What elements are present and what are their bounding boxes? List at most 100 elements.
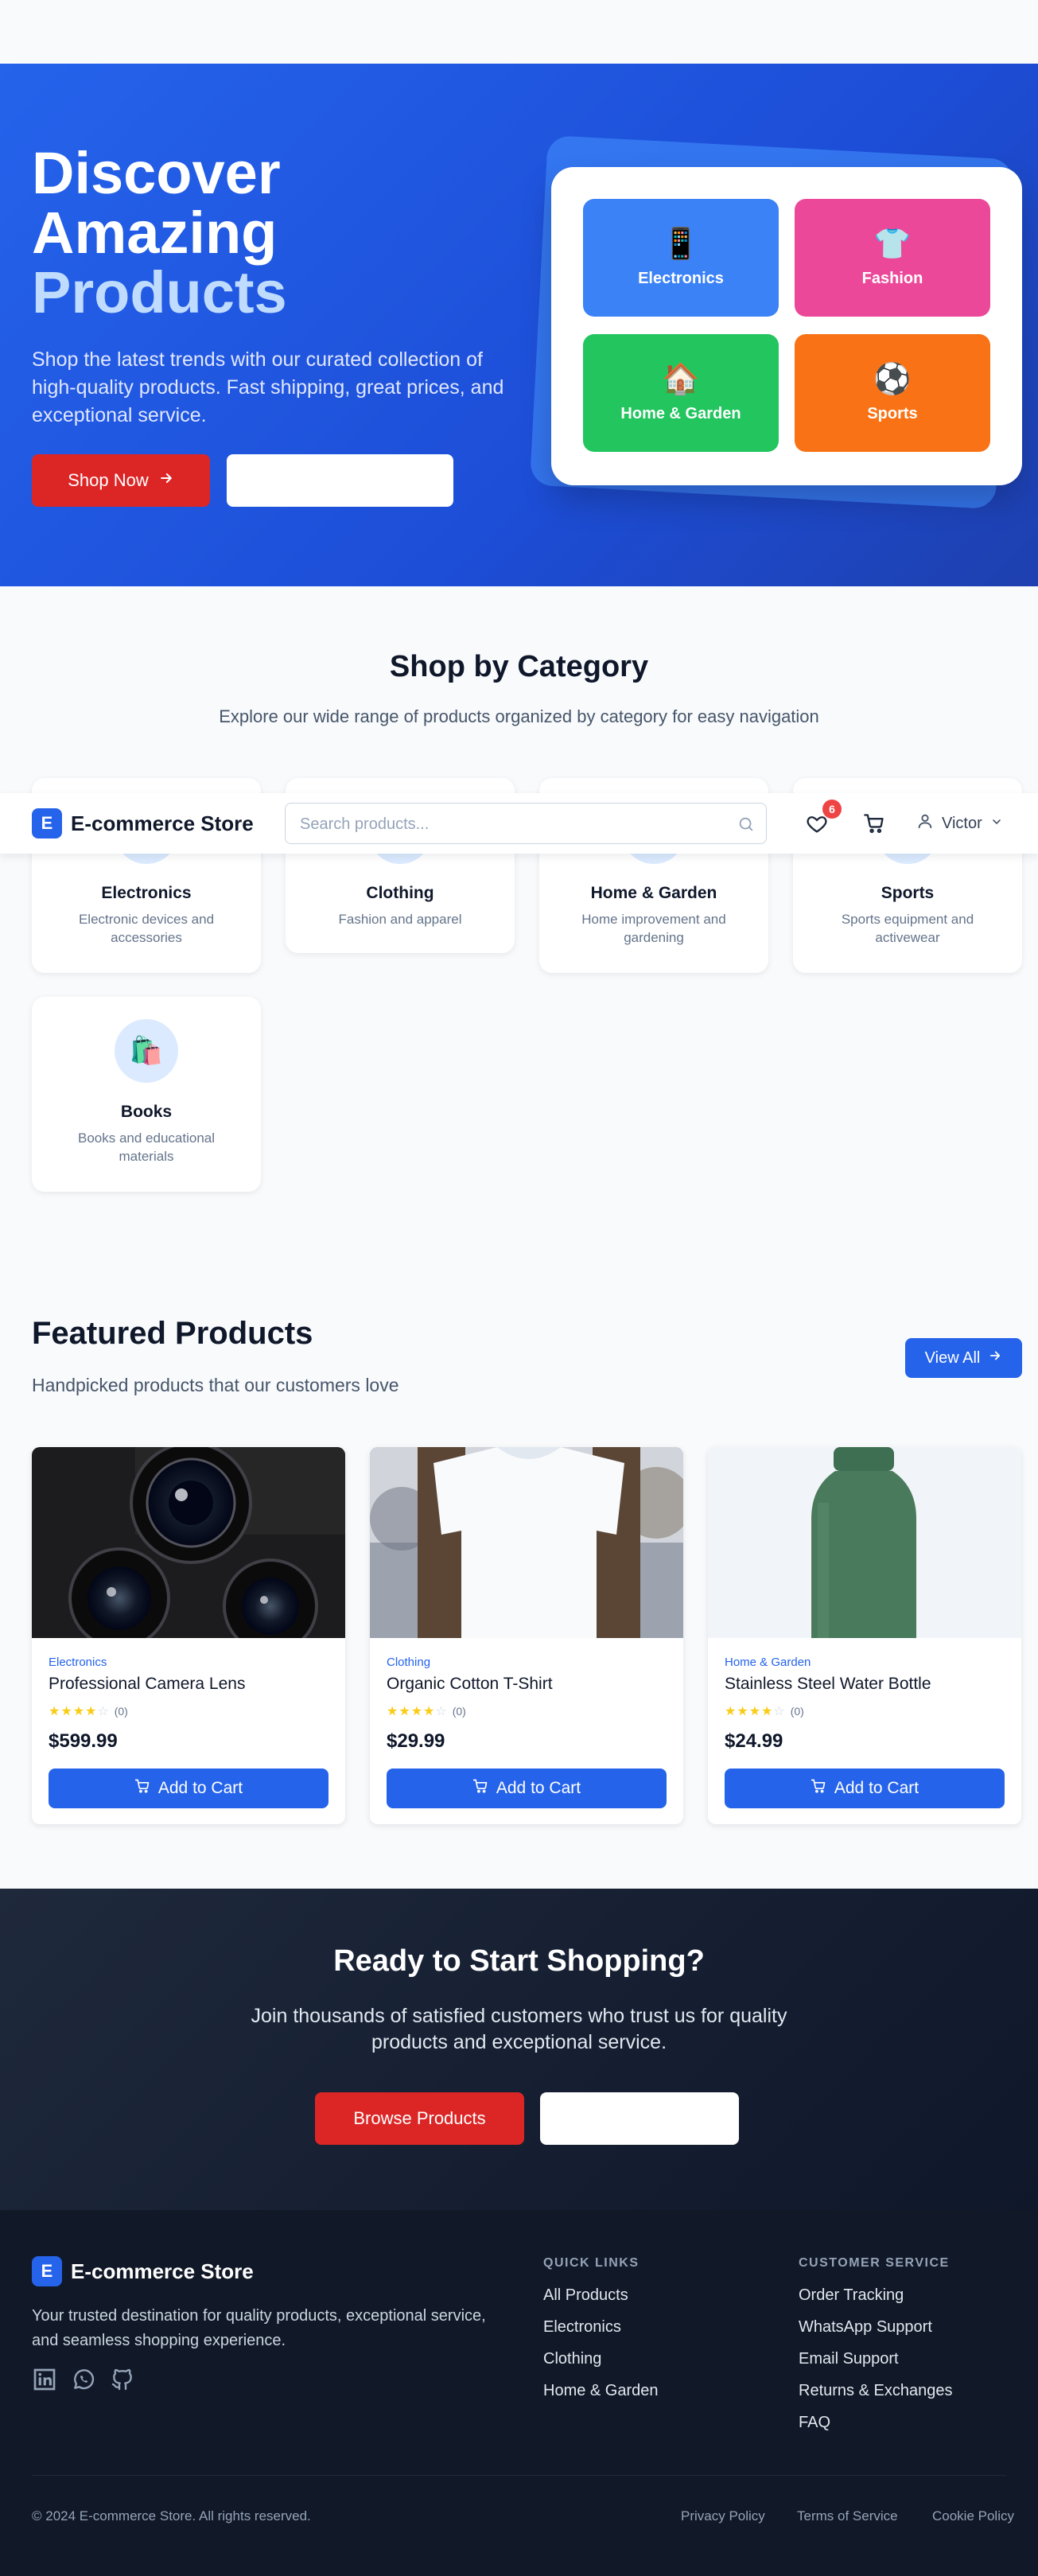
hero-tile-label: Electronics — [638, 269, 724, 287]
categories-title: Shop by Category — [389, 650, 649, 683]
product-image-camera-lens[interactable] — [32, 1447, 345, 1638]
hero-subtitle: Shop the latest trends with our curated … — [32, 348, 504, 426]
house-icon: 🏠 — [662, 362, 700, 396]
product-price: $24.99 — [725, 1730, 783, 1752]
github-icon[interactable] — [110, 2367, 135, 2392]
category-description: Books and educational materials — [77, 1130, 216, 1164]
shop-now-label: Shop Now — [68, 470, 149, 490]
wishlist-count-badge: 6 — [822, 800, 842, 819]
search-box — [285, 803, 767, 844]
featured-subtitle: Handpicked products that our customers l… — [32, 1375, 399, 1395]
footer-link-returns[interactable]: Returns & Exchanges — [799, 2382, 952, 2400]
search-input[interactable] — [300, 813, 729, 835]
category-description: Sports equipment and activewear — [841, 912, 974, 945]
add-to-cart-label: Add to Cart — [496, 1779, 581, 1797]
category-card-books[interactable]: 🛍️ Books Books and educational materials — [32, 997, 261, 1192]
hero-tile-sports[interactable]: ⚽ Sports — [795, 334, 990, 452]
browse-products-button[interactable]: Browse Products — [315, 2092, 524, 2145]
product-rating: ★★★★☆ (0) — [49, 1703, 128, 1719]
t-shirt-icon: 👕 — [873, 227, 912, 261]
footer-description: Your trusted destination for quality pro… — [32, 2307, 486, 2349]
star-rating-icon: ★★★★☆ — [387, 1705, 448, 1718]
footer-link-clothing[interactable]: Clothing — [543, 2350, 601, 2368]
view-all-label: View All — [924, 1348, 981, 1367]
product-card[interactable]: Electronics Professional Camera Lens ★★★… — [32, 1447, 345, 1824]
user-icon — [916, 812, 934, 835]
cta-title: Ready to Start Shopping? — [333, 1944, 705, 1978]
soccer-ball-icon: ⚽ — [873, 362, 912, 396]
category-icon-circle: 🛍️ — [115, 1019, 178, 1083]
hero-tile-home-garden[interactable]: 🏠 Home & Garden — [583, 334, 779, 452]
customer-service-heading: CUSTOMER SERVICE — [799, 2256, 950, 2270]
product-price: $29.99 — [387, 1730, 445, 1752]
hero-secondary-button[interactable] — [227, 454, 453, 507]
shopping-bag-icon: 🛍️ — [129, 1036, 164, 1066]
star-rating-icon: ★★★★☆ — [725, 1705, 786, 1718]
search-icon[interactable] — [737, 815, 756, 834]
brand-name[interactable]: E-commerce Store — [71, 811, 254, 836]
hero-title-line-3: Products — [32, 259, 287, 325]
product-card[interactable]: Home & Garden Stainless Steel Water Bott… — [708, 1447, 1021, 1824]
hero-title: Discover Amazing Products — [32, 143, 509, 322]
mobile-phone-icon: 📱 — [662, 227, 700, 261]
hero-tile-label: Home & Garden — [620, 404, 741, 422]
quick-links-heading: QUICK LINKS — [543, 2256, 640, 2270]
whatsapp-icon[interactable] — [71, 2367, 96, 2392]
footer-link-electronics[interactable]: Electronics — [543, 2318, 621, 2337]
hero-title-line-1: Discover — [32, 140, 281, 206]
footer-brand-name[interactable]: E-commerce Store — [71, 2259, 254, 2284]
category-description: Home improvement and gardening — [581, 912, 726, 945]
shop-now-button[interactable]: Shop Now — [32, 454, 210, 507]
logo-badge[interactable]: E — [32, 808, 62, 839]
arrow-right-icon — [158, 470, 174, 491]
category-name: Clothing — [366, 884, 434, 902]
product-category[interactable]: Clothing — [387, 1656, 430, 1669]
footer-link-email-support[interactable]: Email Support — [799, 2350, 899, 2368]
shopping-cart-icon — [472, 1778, 488, 1799]
browse-products-label: Browse Products — [353, 2108, 486, 2128]
category-name: Electronics — [101, 884, 192, 902]
privacy-policy-link[interactable]: Privacy Policy — [681, 2508, 765, 2524]
add-to-cart-label: Add to Cart — [834, 1779, 919, 1797]
product-category[interactable]: Electronics — [49, 1656, 107, 1669]
footer-link-all-products[interactable]: All Products — [543, 2286, 628, 2305]
hero-tile-label: Sports — [867, 404, 918, 422]
copyright-text: © 2024 E-commerce Store. All rights rese… — [32, 2508, 311, 2523]
hero-tile-label: Fashion — [861, 269, 923, 287]
product-image-t-shirt[interactable] — [370, 1447, 683, 1638]
footer-link-whatsapp-support[interactable]: WhatsApp Support — [799, 2318, 932, 2337]
featured-title: Featured Products — [32, 1316, 313, 1351]
cookie-policy-link[interactable]: Cookie Policy — [932, 2508, 1014, 2524]
product-card[interactable]: Clothing Organic Cotton T-Shirt ★★★★☆ (0… — [370, 1447, 683, 1824]
category-name: Sports — [881, 884, 935, 902]
product-image-water-bottle[interactable] — [708, 1447, 1021, 1638]
product-name[interactable]: Professional Camera Lens — [49, 1675, 245, 1694]
cta-secondary-button[interactable] — [540, 2092, 739, 2145]
user-menu[interactable]: Victor — [916, 811, 1003, 836]
arrow-right-icon — [988, 1348, 1002, 1368]
linkedin-icon[interactable] — [32, 2367, 57, 2392]
shopping-cart-icon[interactable] — [861, 810, 888, 837]
add-to-cart-button[interactable]: Add to Cart — [387, 1769, 667, 1808]
category-name: Books — [120, 1103, 173, 1121]
add-to-cart-button[interactable]: Add to Cart — [49, 1769, 329, 1808]
footer-link-home-garden[interactable]: Home & Garden — [543, 2382, 659, 2400]
footer-link-faq[interactable]: FAQ — [799, 2414, 830, 2432]
footer-link-order-tracking[interactable]: Order Tracking — [799, 2286, 904, 2305]
product-name[interactable]: Stainless Steel Water Bottle — [725, 1675, 931, 1694]
review-count: (0) — [452, 1705, 466, 1718]
hero-tile-electronics[interactable]: 📱 Electronics — [583, 199, 779, 317]
product-rating: ★★★★☆ (0) — [387, 1703, 466, 1719]
footer-divider — [32, 2475, 1006, 2476]
terms-of-service-link[interactable]: Terms of Service — [797, 2508, 898, 2524]
chevron-down-icon — [990, 815, 1003, 833]
categories-subtitle: Explore our wide range of products organ… — [219, 706, 819, 726]
add-to-cart-button[interactable]: Add to Cart — [725, 1769, 1005, 1808]
hero-tile-fashion[interactable]: 👕 Fashion — [795, 199, 990, 317]
footer-logo-badge[interactable]: E — [32, 2256, 62, 2286]
product-category[interactable]: Home & Garden — [725, 1656, 811, 1669]
hero-category-card: 📱 Electronics 👕 Fashion 🏠 Home & Garden … — [551, 167, 1022, 485]
product-name[interactable]: Organic Cotton T-Shirt — [387, 1675, 553, 1694]
product-rating: ★★★★☆ (0) — [725, 1703, 804, 1719]
view-all-button[interactable]: View All — [905, 1338, 1022, 1378]
